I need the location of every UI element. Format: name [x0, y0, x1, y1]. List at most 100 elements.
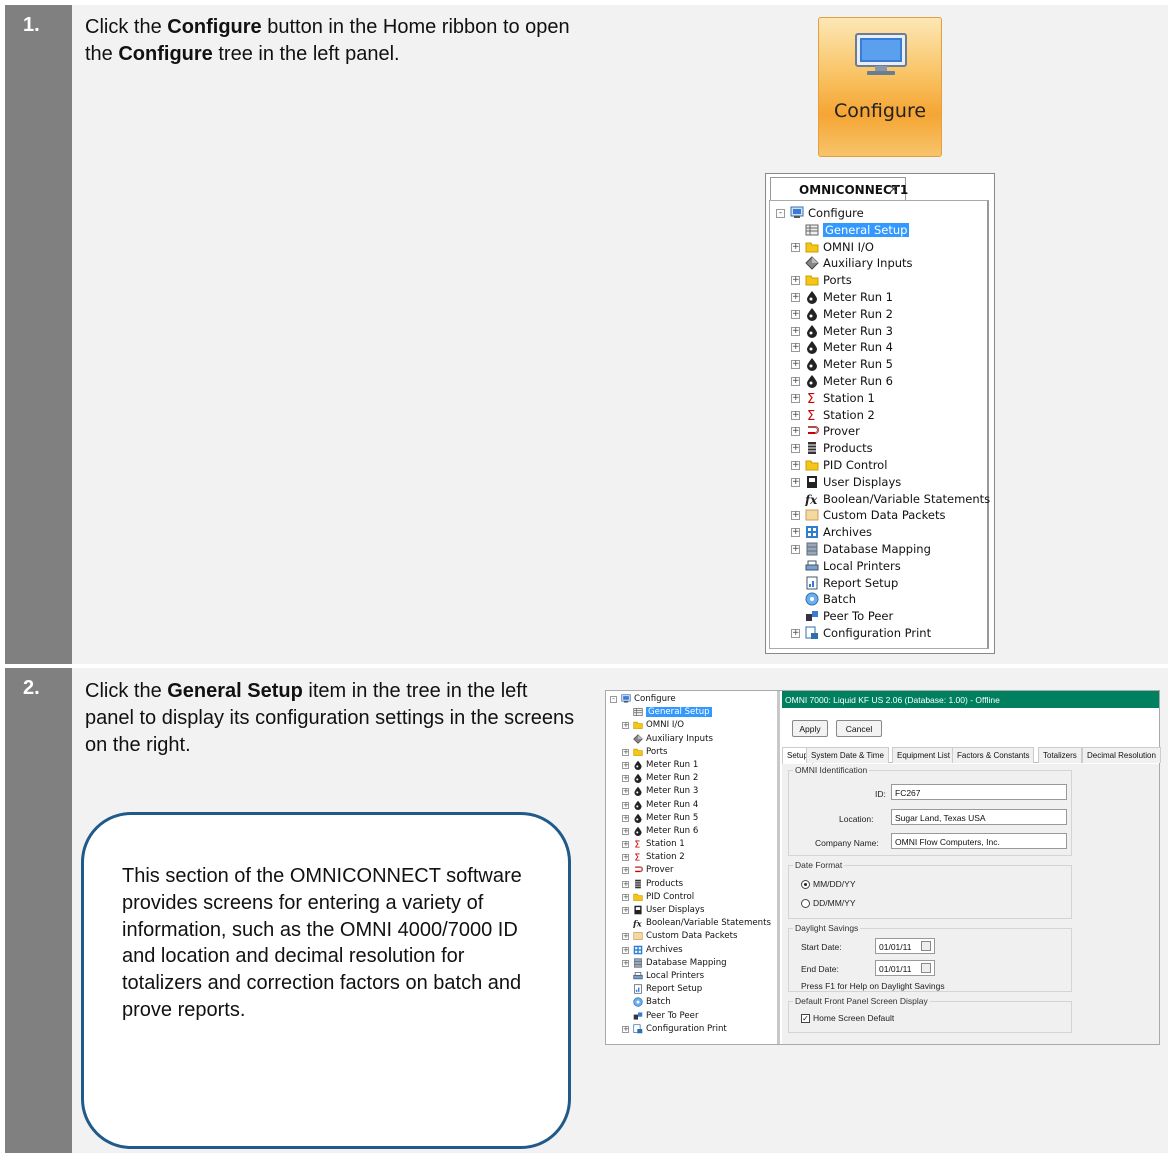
cancel-button[interactable]: Cancel — [836, 720, 882, 737]
tab-system-date-time[interactable]: System Date & Time — [806, 747, 889, 763]
expand-icon[interactable]: + — [791, 477, 800, 487]
expand-icon[interactable]: + — [622, 801, 629, 809]
expand-icon[interactable]: + — [622, 907, 629, 914]
collapse-icon[interactable]: - — [610, 696, 617, 703]
expand-icon[interactable]: + — [791, 628, 800, 638]
expand-icon[interactable]: + — [791, 427, 800, 437]
tree-item-batch[interactable]: Batch — [610, 996, 780, 1009]
date-format-ddmmyy-radio[interactable] — [801, 899, 810, 908]
tab-equipment-list[interactable]: Equipment List — [892, 747, 955, 763]
tree-item-ports[interactable]: + Ports — [610, 746, 780, 759]
expand-icon[interactable]: + — [622, 814, 629, 822]
expand-icon[interactable]: + — [622, 946, 629, 954]
tree-item-archives[interactable]: + Archives — [610, 944, 780, 957]
configure-button[interactable]: Configure — [818, 17, 942, 157]
home-screen-default-checkbox[interactable]: ✓ — [801, 1014, 810, 1023]
calendar-icon[interactable] — [921, 941, 931, 951]
expand-icon[interactable]: + — [791, 544, 800, 554]
tree-item-report-setup[interactable]: Report Setup — [610, 983, 780, 996]
expand-icon[interactable]: + — [622, 854, 629, 862]
expand-icon[interactable]: + — [622, 841, 629, 849]
expand-icon[interactable]: + — [791, 292, 800, 302]
collapse-icon[interactable]: - — [776, 209, 785, 218]
id-label: ID: — [875, 789, 886, 799]
tree-item-label: Peer To Peer — [823, 609, 894, 624]
expand-icon[interactable]: + — [791, 242, 800, 252]
expand-icon[interactable]: + — [791, 460, 800, 470]
expand-icon[interactable]: + — [791, 528, 800, 538]
expand-icon[interactable]: + — [622, 788, 629, 796]
tree-item-label: Auxiliary Inputs — [646, 733, 713, 744]
tree-item-local-printers[interactable]: Local Printers — [610, 970, 780, 983]
tree-item-user-displays[interactable]: + User Displays — [610, 904, 780, 917]
tab-decimal-resolution[interactable]: Decimal Resolution — [1082, 747, 1161, 763]
expand-icon[interactable]: + — [622, 748, 629, 756]
expand-icon[interactable]: + — [622, 959, 629, 967]
tree-item-meter-run-6[interactable]: + Meter Run 6 — [610, 825, 780, 838]
location-field[interactable]: Sugar Land, Texas USA — [891, 809, 1067, 825]
tree-item-custom-data-packets[interactable]: + Custom Data Packets — [610, 930, 780, 943]
expand-icon[interactable]: + — [622, 827, 629, 835]
fx-icon: fx — [632, 918, 643, 930]
date-format-mmddyy-radio[interactable] — [801, 880, 810, 889]
tree-item-label: Meter Run 4 — [823, 340, 893, 355]
expand-icon[interactable]: + — [791, 360, 800, 370]
sigma-icon: Σ — [633, 839, 643, 851]
tree-item-database-mapping[interactable]: + Database Mapping — [610, 957, 780, 970]
drop-icon — [633, 760, 643, 770]
drop-icon — [633, 786, 643, 797]
tree-item-meter-run-2[interactable]: + Meter Run 2 — [610, 772, 780, 785]
expand-icon[interactable]: + — [791, 276, 800, 286]
calendar-icon[interactable] — [921, 963, 931, 973]
apply-button[interactable]: Apply — [792, 720, 828, 737]
tree-item-pid-control[interactable]: + PID Control — [610, 891, 780, 904]
expand-icon[interactable]: + — [791, 376, 800, 386]
tab-factors-constants[interactable]: Factors & Constants — [952, 747, 1035, 763]
tree-item-configuration-print[interactable]: + Configuration Print — [610, 1023, 780, 1036]
expand-icon[interactable]: + — [622, 761, 629, 769]
tree-item-products[interactable]: + Products — [610, 878, 780, 891]
expand-icon[interactable]: + — [791, 511, 800, 521]
tree-item-meter-run-5[interactable]: + Meter Run 5 — [610, 812, 780, 825]
expand-icon[interactable]: + — [791, 444, 800, 454]
expand-icon[interactable]: + — [791, 343, 800, 353]
tree-item-label: Batch — [646, 997, 671, 1008]
tree-item-general-setup[interactable]: General Setup — [610, 706, 780, 719]
tree-item-meter-run-4[interactable]: + Meter Run 4 — [610, 799, 780, 812]
tab-omniconnect1[interactable]: OMNICONNECT1 × — [770, 177, 908, 201]
expand-icon[interactable]: + — [791, 309, 800, 319]
folder-icon — [805, 273, 819, 286]
tree-item-station-2[interactable]: + Σ Station 2 — [610, 851, 780, 864]
sigma-icon: Σ — [633, 852, 643, 864]
callout-text: This section of the OMNICONNECT software… — [122, 865, 522, 1021]
company-name-field[interactable]: OMNI Flow Computers, Inc. — [891, 833, 1067, 849]
expand-icon[interactable]: + — [622, 893, 629, 901]
tab-totalizers[interactable]: Totalizers — [1038, 747, 1082, 763]
tree-item-meter-run-1[interactable]: + Meter Run 1 — [610, 759, 780, 772]
expand-icon[interactable]: + — [622, 880, 629, 888]
drop-icon — [805, 374, 819, 388]
tree-item-auxiliary-inputs[interactable]: Auxiliary Inputs — [610, 733, 780, 746]
id-field[interactable]: FC267 — [891, 784, 1067, 800]
checkbox-label: Home Screen Default — [813, 1013, 895, 1023]
settings-tabs: Setup System Date & Time Equipment List Fac… — [782, 747, 1161, 764]
tree-item-prover[interactable]: + Prover — [610, 864, 780, 877]
expand-icon[interactable]: + — [791, 410, 800, 420]
diamond-icon — [805, 256, 819, 271]
expand-icon[interactable]: + — [622, 933, 629, 941]
archive-icon — [805, 525, 819, 539]
tree-item-meter-run-3[interactable]: + Meter Run 3 — [610, 785, 780, 798]
expand-icon[interactable]: + — [622, 1025, 629, 1033]
expand-icon[interactable]: + — [791, 326, 800, 336]
expand-icon[interactable]: + — [622, 867, 629, 875]
tree-item-station-1[interactable]: + Σ Station 1 — [610, 838, 780, 851]
tree-item-omni-i-o[interactable]: + OMNI I/O — [610, 719, 780, 732]
expand-icon[interactable]: + — [791, 393, 800, 403]
tree-item-configure[interactable]: - Configure — [610, 693, 780, 706]
expand-icon[interactable]: + — [622, 722, 629, 730]
expand-icon[interactable]: + — [622, 775, 629, 783]
tree-item-peer-to-peer[interactable]: Peer To Peer — [610, 1010, 780, 1023]
tree-item-boolean-variable-statements[interactable]: fx Boolean/Variable Statements — [610, 917, 780, 930]
close-icon[interactable]: × — [888, 182, 899, 197]
panel-splitter[interactable] — [777, 691, 780, 1044]
